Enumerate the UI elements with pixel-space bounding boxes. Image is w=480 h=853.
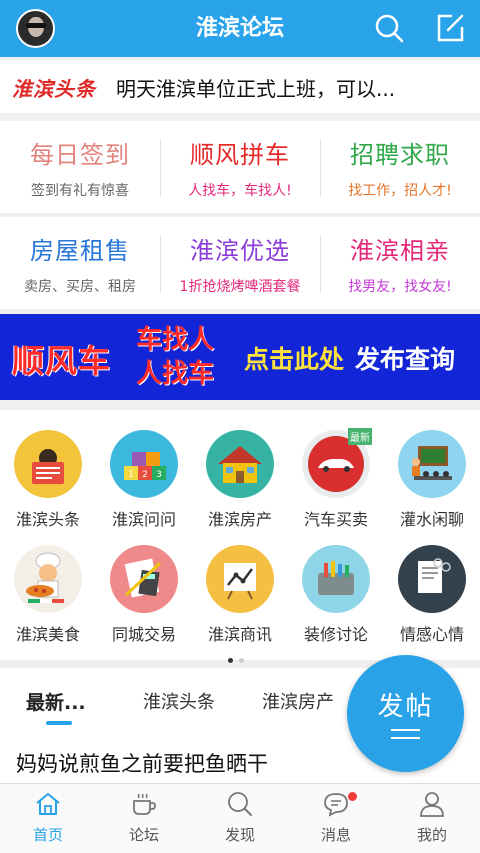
nav-messages[interactable]: 消息	[288, 784, 384, 853]
coffee-cup-icon	[133, 793, 156, 815]
banner-carpool-text: 顺风车	[12, 342, 112, 380]
feature-subtitle: 签到有礼有惊喜	[31, 183, 129, 199]
feature-jobs[interactable]: 招聘求职 找工作，招人才!	[320, 121, 480, 213]
chart-board-icon	[206, 545, 274, 613]
svg-text:2: 2	[142, 470, 148, 480]
feature-title: 顺风拼车	[190, 141, 290, 169]
category-cars[interactable]: 最新 汽车买卖	[288, 410, 384, 529]
category-emotion[interactable]: 情感心情	[384, 525, 480, 644]
category-label: 淮滨美食	[15, 625, 80, 644]
nav-label: 我的	[416, 826, 447, 844]
svg-text:1: 1	[128, 470, 134, 480]
feature-daily-signin[interactable]: 每日签到 签到有礼有惊喜	[0, 121, 160, 213]
post-title[interactable]: 妈妈说煎鱼之前要把鱼晒干	[16, 748, 268, 778]
search-icon[interactable]	[373, 12, 405, 44]
headline-tag: 淮滨头条	[12, 77, 96, 101]
message-bubble-icon	[324, 793, 348, 817]
presentation-icon	[398, 430, 466, 498]
tools-bag-icon	[302, 545, 370, 613]
headline-text: 明天淮滨单位正式上班，可以...	[116, 77, 396, 101]
feature-subtitle: 1折抢烧烤啤酒套餐	[179, 279, 301, 295]
nav-profile[interactable]: 我的	[384, 784, 480, 853]
top-bar: 淮滨论坛	[0, 0, 480, 57]
nav-discover[interactable]: 发现	[192, 784, 288, 853]
feature-row-2: 房屋租售 卖房、买房、租房 淮滨优选 1折抢烧烤啤酒套餐 淮滨相亲 找男友，找女…	[0, 217, 480, 309]
fab-line	[391, 729, 420, 731]
category-food[interactable]: 淮滨美食	[0, 525, 96, 644]
category-label: 淮滨商讯	[207, 625, 272, 644]
page-dot	[239, 658, 244, 663]
number-blocks-icon: 123	[110, 430, 178, 498]
nav-label: 首页	[32, 826, 63, 844]
category-realestate[interactable]: 淮滨房产	[192, 410, 288, 529]
profile-icon	[420, 792, 444, 817]
category-trade[interactable]: 同城交易	[96, 525, 192, 644]
feature-subtitle: 找男友，找女友!	[348, 279, 452, 295]
app-title: 淮滨论坛	[195, 16, 284, 41]
new-post-button[interactable]: 发帖	[347, 655, 464, 772]
tab-latest[interactable]: 最新...	[26, 688, 86, 715]
house-icon	[206, 430, 274, 498]
tab-realestate[interactable]: 淮滨房产	[262, 688, 334, 714]
svg-text:3: 3	[156, 470, 162, 480]
home-icon	[36, 793, 60, 815]
category-label: 装修讨论	[303, 625, 368, 644]
feature-subtitle: 找工作，招人才!	[348, 183, 452, 199]
feature-title: 淮滨优选	[190, 237, 290, 265]
banner-click-here: 点击此处	[244, 345, 345, 374]
banner-car-finds-people: 车找人 人找车	[136, 323, 214, 391]
category-decoration[interactable]: 装修讨论	[288, 525, 384, 644]
feature-title: 每日签到	[30, 141, 130, 169]
feature-title: 淮滨相亲	[350, 237, 450, 265]
category-chat[interactable]: 灌水闲聊	[384, 410, 480, 529]
newspaper-reader-icon	[14, 430, 82, 498]
edit-icon[interactable]	[434, 12, 466, 44]
feature-subtitle: 人找车，车找人!	[188, 183, 292, 199]
nav-label: 论坛	[128, 826, 159, 844]
category-headlines[interactable]: 淮滨头条	[0, 410, 96, 529]
tab-headlines[interactable]: 淮滨头条	[143, 688, 215, 714]
banner-line-1: 车找人	[136, 325, 215, 355]
nav-forum[interactable]: 论坛	[96, 784, 192, 853]
nav-label: 消息	[320, 826, 351, 844]
category-grid: 淮滨头条 123 淮滨问问 淮滨房产 最新 汽车买卖 灌水闲聊 淮滨美食 同城交…	[0, 410, 480, 663]
banner-publish-query: 发布查询	[355, 345, 456, 374]
headline-ticker[interactable]: 淮滨头条 明天淮滨单位正式上班，可以...	[0, 60, 480, 113]
feature-dating[interactable]: 淮滨相亲 找男友，找女友!	[320, 217, 480, 309]
nav-home[interactable]: 首页	[0, 784, 96, 853]
chef-icon	[14, 545, 82, 613]
discover-search-icon	[228, 792, 252, 816]
nav-label: 发现	[224, 826, 255, 844]
feature-title: 房屋租售	[30, 237, 130, 265]
notification-dot	[348, 792, 357, 801]
tab-active-indicator	[46, 721, 72, 725]
feature-title: 招聘求职	[350, 141, 450, 169]
feature-row-1: 每日签到 签到有礼有惊喜 顺风拼车 人找车，车找人! 招聘求职 找工作，招人才!	[0, 121, 480, 213]
page-indicator	[228, 648, 250, 667]
carpool-banner[interactable]: 顺风车 车找人 人找车 点击此处 发布查询	[0, 314, 480, 400]
page-dot-active	[228, 658, 233, 663]
feature-housing[interactable]: 房屋租售 卖房、买房、租房	[0, 217, 160, 309]
new-badge: 最新	[348, 428, 372, 445]
bottom-nav: 首页 论坛 发现 消息 我的	[0, 783, 480, 853]
notes-icon	[398, 545, 466, 613]
category-qa[interactable]: 123 淮滨问问	[96, 410, 192, 529]
feature-deals[interactable]: 淮滨优选 1折抢烧烤啤酒套餐	[160, 217, 320, 309]
feature-subtitle: 卖房、买房、租房	[24, 279, 136, 295]
category-label: 情感心情	[399, 625, 464, 644]
fab-label: 发帖	[377, 692, 434, 722]
category-business[interactable]: 淮滨商讯	[192, 525, 288, 644]
calculator-icon	[110, 545, 178, 613]
banner-line-2: 人找车	[136, 359, 215, 389]
category-label: 同城交易	[111, 625, 176, 644]
fab-line	[391, 737, 420, 739]
feature-carpool[interactable]: 顺风拼车 人找车，车找人!	[160, 121, 320, 213]
